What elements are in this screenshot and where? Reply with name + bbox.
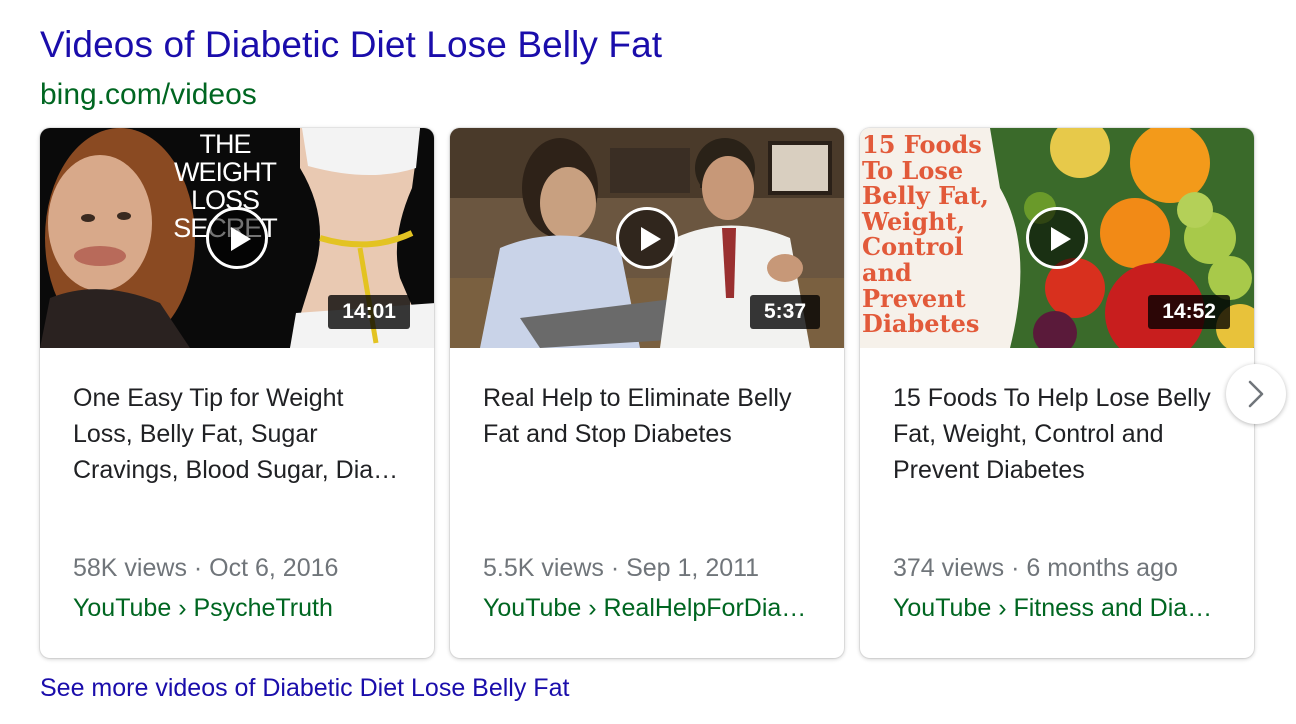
video-thumbnail[interactable]: 5:37 (450, 128, 844, 348)
video-meta: 374 views · 6 months ago (893, 554, 1178, 582)
play-button[interactable] (206, 207, 268, 269)
video-duration: 14:52 (1148, 295, 1230, 329)
video-title[interactable]: 15 Foods To Help Lose Belly Fat, Weight,… (893, 380, 1223, 488)
video-thumbnail[interactable]: 15 Foods To Lose Belly Fat, Weight, Cont… (860, 128, 1254, 348)
play-icon (231, 227, 251, 251)
video-meta: 5.5K views · Sep 1, 2011 (483, 554, 760, 582)
play-button[interactable] (1026, 207, 1088, 269)
video-card[interactable]: THE WEIGHT LOSS SECRET 14:01 One Easy Ti… (40, 128, 434, 658)
video-title[interactable]: Real Help to Eliminate Belly Fat and Sto… (483, 380, 813, 452)
video-source[interactable]: YouTube › Fitness and Dia… (893, 594, 1223, 623)
thumbnail-caption: 15 Foods To Lose Belly Fat, Weight, Cont… (862, 130, 989, 339)
play-icon (1051, 227, 1071, 251)
video-title[interactable]: One Easy Tip for Weight Loss, Belly Fat,… (73, 380, 403, 488)
play-button[interactable] (616, 207, 678, 269)
video-duration: 5:37 (749, 295, 820, 329)
video-thumbnail[interactable]: THE WEIGHT LOSS SECRET 14:01 (40, 128, 434, 348)
chevron-right-icon (1248, 380, 1264, 408)
video-source[interactable]: YouTube › RealHelpForDia… (483, 594, 813, 623)
carousel-next-button[interactable] (1226, 364, 1286, 424)
results-title-link[interactable]: Videos of Diabetic Diet Lose Belly Fat (40, 24, 662, 66)
video-duration: 14:01 (328, 295, 410, 329)
video-card[interactable]: 5:37 Real Help to Eliminate Belly Fat an… (450, 128, 844, 658)
play-icon (641, 227, 661, 251)
video-meta: 58K views · Oct 6, 2016 (73, 554, 339, 582)
see-more-videos-link[interactable]: See more videos of Diabetic Diet Lose Be… (40, 674, 569, 703)
video-card[interactable]: 15 Foods To Lose Belly Fat, Weight, Cont… (860, 128, 1254, 658)
video-source[interactable]: YouTube › PsycheTruth (73, 594, 403, 623)
results-source-url: bing.com/videos (40, 78, 257, 111)
